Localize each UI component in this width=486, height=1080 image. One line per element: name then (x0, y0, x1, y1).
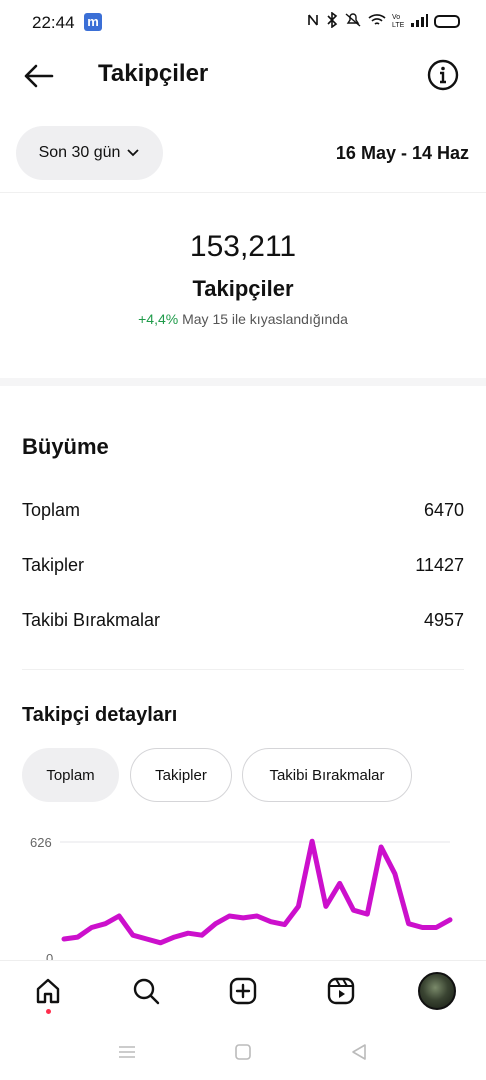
details-title: Takipçi detayları (22, 704, 178, 726)
nav-profile[interactable] (417, 971, 457, 1011)
create-icon (229, 977, 257, 1005)
bottom-nav (0, 960, 486, 1022)
svg-text:LTE: LTE (392, 22, 404, 28)
nav-reels[interactable] (321, 971, 361, 1011)
follower-count-label: Takipçiler (192, 276, 294, 301)
growth-row-label: Takipler (22, 554, 85, 575)
follower-count: 153,211 (189, 230, 297, 263)
comparison-text: +4,4% May 15 ile kıyaslandığında (0, 311, 486, 327)
date-range-label: Son 30 gün (38, 144, 121, 161)
status-icons: Vo LTE (306, 11, 460, 31)
nav-create[interactable] (223, 971, 263, 1011)
profile-avatar (418, 972, 456, 1010)
menu-icon[interactable] (115, 1040, 139, 1064)
signal-icon (410, 13, 428, 30)
growth-row-value: 11427 (415, 554, 464, 575)
section-divider (0, 378, 486, 386)
back-button[interactable] (20, 58, 56, 94)
bluetooth-icon (326, 11, 338, 31)
chart-svg: 626 0 (30, 835, 453, 960)
nfc-icon (306, 13, 320, 30)
header: Takipçiler (0, 48, 486, 104)
growth-row-label: Toplam (22, 499, 81, 520)
back-triangle-icon[interactable] (347, 1040, 371, 1064)
growth-title: Büyüme (22, 434, 109, 459)
info-icon (427, 59, 459, 91)
divider (22, 669, 464, 670)
info-button[interactable] (426, 58, 460, 92)
tab-label: Toplam (46, 766, 95, 784)
nav-search[interactable] (126, 971, 166, 1011)
y-tick-label: 0 (46, 951, 53, 960)
tab-label: Takibi Bırakmalar (269, 766, 385, 784)
y-tick-label: 626 (30, 835, 52, 850)
growth-row-value: 6470 (423, 499, 464, 520)
series-line (61, 838, 453, 946)
series-layer (61, 838, 453, 946)
system-nav-bar (0, 1022, 486, 1080)
growth-row-value: 4957 (423, 609, 464, 630)
home-icon (36, 978, 60, 1004)
date-range-text: 16 May - 14 Haz (335, 143, 469, 163)
battery-icon (434, 15, 460, 28)
chevron-down-icon (127, 149, 140, 157)
app-notification-badge: m (84, 13, 102, 31)
notification-dot (46, 1009, 51, 1014)
growth-row-label: Takibi Bırakmalar (22, 609, 161, 630)
volte-icon: Vo LTE (392, 12, 405, 31)
comparison-label: May 15 ile kıyaslandığında (182, 311, 348, 327)
date-range-dropdown[interactable]: Son 30 gün (16, 126, 163, 180)
wifi-icon (368, 12, 386, 31)
growth-row-follows: Takipler 11427 (22, 550, 464, 580)
back-arrow-icon (24, 64, 54, 88)
page-title: Takipçiler (98, 60, 209, 87)
home-square-icon[interactable] (231, 1040, 255, 1064)
status-time: 22:44 (32, 13, 75, 32)
mute-icon (344, 12, 362, 31)
status-bar: 22:44 m Vo LTE (0, 0, 486, 44)
divider (0, 192, 486, 193)
percent-change: +4,4% (138, 311, 179, 327)
svg-text:Vo: Vo (392, 14, 400, 21)
follower-chart: 626 0 (0, 826, 486, 960)
tab-total[interactable]: Toplam (22, 748, 119, 802)
tab-label: Takipler (155, 766, 207, 784)
growth-row-unfollows: Takibi Bırakmalar 4957 (22, 605, 464, 635)
tab-follows[interactable]: Takipler (130, 748, 232, 802)
search-icon (133, 978, 160, 1005)
reels-icon (327, 977, 355, 1005)
tab-unfollows[interactable]: Takibi Bırakmalar (242, 748, 412, 802)
growth-row-total: Toplam 6470 (22, 495, 464, 525)
nav-home[interactable] (28, 971, 68, 1011)
